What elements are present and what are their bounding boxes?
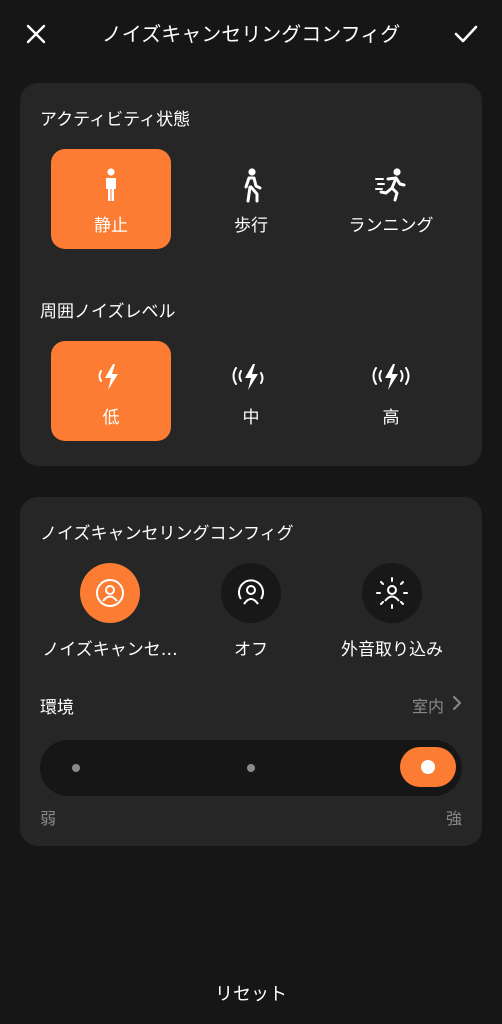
slider-step-dot[interactable] <box>247 764 255 772</box>
noise-option-label: 高 <box>382 408 400 428</box>
activity-section-label: アクティビティ状態 <box>40 110 191 130</box>
activity-option-walk[interactable]: 歩行 <box>191 149 311 249</box>
strength-max-label: 強 <box>445 809 462 828</box>
mode-label: 外音取り込み <box>341 640 443 660</box>
activity-option-still[interactable]: 静止 <box>51 149 171 249</box>
anc-off-icon <box>238 579 264 605</box>
noise-cancel-icon <box>96 579 124 607</box>
top-bar: ノイズキャンセリングコンフィグ <box>0 0 502 64</box>
noise-level-section-label: 周囲ノイズレベル <box>40 302 176 322</box>
activity-option-label: 静止 <box>94 216 128 236</box>
noise-high-icon <box>372 364 410 390</box>
strength-min-label: 弱 <box>40 809 57 828</box>
noise-option-medium[interactable]: 中 <box>191 341 311 441</box>
slider-step-dot[interactable] <box>72 764 80 772</box>
noise-option-high[interactable]: 高 <box>331 341 451 441</box>
noise-option-label: 中 <box>242 408 260 428</box>
slider-thumb[interactable] <box>400 747 456 787</box>
mode-off[interactable]: オフ <box>181 563 321 660</box>
person-standing-icon <box>106 168 116 201</box>
noise-cancel-config-card: ノイズキャンセリングコンフィグ ノイズキャンセ… オフ 外音取り込み 環境 室内… <box>20 497 482 846</box>
slider-thumb-dot <box>421 760 435 774</box>
scene-card: アクティビティ状態 静止 歩行 ランニング 周囲ノイズレベル 低 中 高 <box>20 83 482 466</box>
activity-option-label: 歩行 <box>234 216 268 236</box>
noise-option-low[interactable]: 低 <box>51 341 171 441</box>
environment-value: 室内 <box>411 697 444 716</box>
environment-label: 環境 <box>40 698 74 718</box>
mode-label: オフ <box>234 640 268 660</box>
person-running-icon <box>375 168 406 202</box>
noise-low-icon <box>98 364 118 390</box>
noise-option-label: 低 <box>102 408 120 428</box>
person-walking-icon <box>244 168 262 203</box>
noise-medium-icon <box>232 364 264 390</box>
mode-ambient-sound[interactable]: 外音取り込み <box>322 563 462 660</box>
reset-button[interactable]: リセット <box>0 980 502 1006</box>
page-title: ノイズキャンセリングコンフィグ <box>101 22 401 46</box>
environment-row[interactable]: 環境 室内 <box>40 693 462 718</box>
nc-config-section-label: ノイズキャンセリングコンフィグ <box>40 524 294 544</box>
activity-option-label: ランニング <box>348 216 434 236</box>
activity-option-run[interactable]: ランニング <box>331 149 451 249</box>
ambient-sound-icon <box>376 577 408 609</box>
confirm-button[interactable] <box>448 16 484 52</box>
check-icon <box>454 25 478 43</box>
chevron-right-icon <box>453 696 461 710</box>
mode-noise-cancelling[interactable]: ノイズキャンセ… <box>40 563 180 660</box>
strength-slider[interactable] <box>40 740 462 796</box>
mode-label: ノイズキャンセ… <box>42 640 178 660</box>
